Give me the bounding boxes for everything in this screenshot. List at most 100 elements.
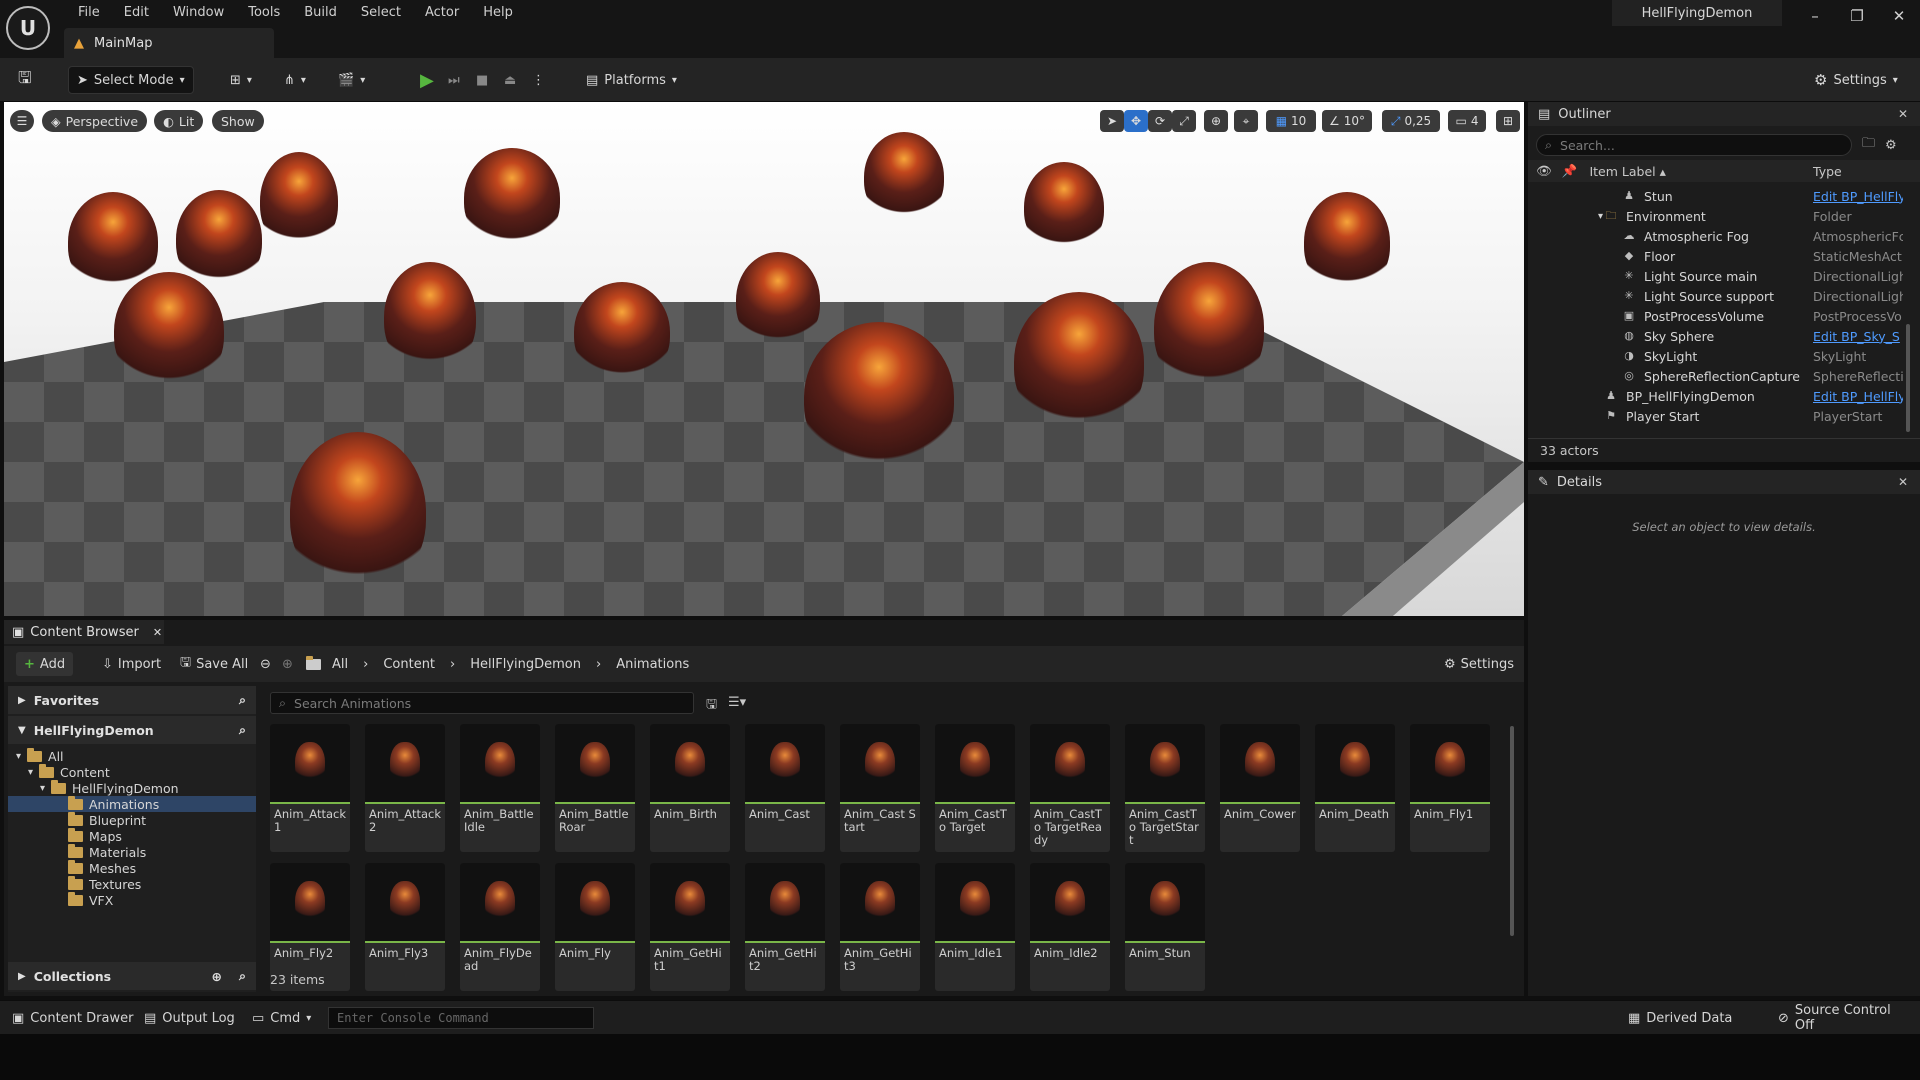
platforms-dropdown[interactable]: ▤ Platforms ▾ [578, 66, 685, 94]
show-button[interactable]: Show [212, 110, 264, 132]
angle-snap-button[interactable]: ∠ 10° [1322, 110, 1372, 132]
breadcrumb-all[interactable]: All [332, 657, 348, 672]
close-window-button[interactable]: ✕ [1884, 4, 1914, 28]
chevron-down-icon[interactable]: ▾ [40, 783, 45, 794]
demon-actor[interactable] [260, 152, 338, 250]
animation-asset-tile[interactable]: Anim_GetHit2 [745, 863, 825, 991]
search-icon[interactable]: ⌕ [239, 722, 246, 738]
demon-actor[interactable] [384, 262, 476, 372]
skip-button[interactable]: ⏭ [440, 66, 468, 94]
animation-asset-tile[interactable]: Anim_Fly3 [365, 863, 445, 991]
outliner-row[interactable]: ♟ Stun Edit BP_HellFly [1528, 186, 1920, 206]
menu-help[interactable]: Help [471, 4, 525, 24]
outliner-row[interactable]: ◆ Floor StaticMeshAct [1528, 246, 1920, 266]
animation-asset-tile[interactable]: Anim_Fly1 [1410, 724, 1490, 852]
close-icon[interactable]: ✕ [1898, 107, 1908, 121]
chevron-down-icon[interactable]: ▾ [16, 751, 21, 762]
save-button[interactable]: 🖫 [10, 66, 40, 94]
project-header[interactable]: ▼ HellFlyingDemon ⌕ [8, 716, 256, 744]
type-column[interactable]: Type [1813, 164, 1842, 179]
outliner-row[interactable]: ☁ Atmospheric Fog AtmosphericFc [1528, 226, 1920, 246]
derived-data-button[interactable]: ▦ Derived Data [1620, 1006, 1740, 1030]
add-collection-icon[interactable]: ⊕ [212, 969, 222, 984]
demon-actor[interactable] [176, 190, 262, 288]
animation-asset-tile[interactable]: Anim_Battle Idle [460, 724, 540, 852]
search-icon[interactable]: ⌕ [239, 968, 246, 984]
outliner-row[interactable]: ⚑ Player Start PlayerStart [1528, 406, 1920, 426]
eject-button[interactable]: ⏏ [496, 66, 524, 94]
surface-snap-button[interactable]: ⌖ [1234, 110, 1258, 132]
outliner-row[interactable]: ▣ PostProcessVolume PostProcessVo [1528, 306, 1920, 326]
demon-actor[interactable] [1024, 162, 1104, 252]
outliner-search-input[interactable]: ⌕ Search... [1536, 134, 1852, 156]
animation-asset-tile[interactable]: Anim_Attack2 [365, 724, 445, 852]
asset-search-input[interactable]: ⌕ Search Animations [270, 692, 694, 714]
menu-actor[interactable]: Actor [413, 4, 471, 24]
folder-tree-item[interactable]: ▾ HellFlyingDemon [8, 779, 256, 796]
console-command-input[interactable]: Enter Console Command [328, 1007, 594, 1029]
folder-tree-item[interactable]: ▾ Content [8, 763, 256, 780]
menu-edit[interactable]: Edit [112, 4, 161, 24]
import-button[interactable]: ⇩ Import [94, 652, 169, 676]
grid-snap-button[interactable]: ▦ 10 [1266, 110, 1316, 132]
viewport-menu-button[interactable]: ☰ [10, 110, 34, 132]
folder-tree-item[interactable]: Blueprint [8, 811, 256, 828]
content-browser-settings-button[interactable]: ⚙ Settings [1436, 652, 1522, 676]
animation-asset-tile[interactable]: Anim_Cast Start [840, 724, 920, 852]
filter-icon[interactable]: ☰▾ [728, 695, 746, 710]
output-log-button[interactable]: ▤ Output Log [136, 1006, 243, 1030]
details-tab[interactable]: ✎ Details ✕ [1528, 470, 1920, 494]
camera-speed-button[interactable]: ▭ 4 [1448, 110, 1486, 132]
animation-asset-tile[interactable]: Anim_Attack1 [270, 724, 350, 852]
select-mode-dropdown[interactable]: ➤ Select Mode ▾ [68, 66, 194, 94]
scale-snap-button[interactable]: ⤢ 0,25 [1382, 110, 1440, 132]
edit-blueprint-link[interactable]: Edit BP_Sky_S [1813, 329, 1903, 344]
animation-asset-tile[interactable]: Anim_CastTo Target [935, 724, 1015, 852]
animation-asset-tile[interactable]: Anim_FlyDead [460, 863, 540, 991]
forward-button[interactable]: ⊕ [274, 652, 301, 676]
item-label-column[interactable]: Item Label ▴ [1589, 164, 1665, 179]
close-icon[interactable]: ✕ [1898, 475, 1908, 489]
menu-build[interactable]: Build [292, 4, 349, 24]
demon-actor[interactable] [1154, 262, 1264, 392]
menu-select[interactable]: Select [349, 4, 413, 24]
menu-file[interactable]: File [66, 4, 112, 24]
rotate-tool-button[interactable]: ⟳ [1148, 110, 1172, 132]
demon-actor[interactable] [464, 148, 560, 248]
demon-actor[interactable] [574, 282, 670, 382]
select-tool-button[interactable]: ➤ [1100, 110, 1124, 132]
pin-icon[interactable]: 📌 [1562, 163, 1578, 179]
save-search-icon[interactable]: 🖫 [706, 695, 717, 717]
level-viewport[interactable]: ☰ ◈ Perspective ◐ Lit Show ➤ ✥ ⟳ ⤢ ⊕ ⌖ ▦… [4, 102, 1524, 616]
breadcrumb-animations[interactable]: Animations [616, 657, 689, 672]
translate-tool-button[interactable]: ✥ [1124, 110, 1148, 132]
favorites-header[interactable]: ▶ Favorites ⌕ [8, 686, 256, 714]
gear-icon[interactable]: ⚙ [1885, 138, 1897, 153]
breadcrumb-hellflyingdemon[interactable]: HellFlyingDemon [470, 657, 581, 672]
minimize-button[interactable]: – [1800, 4, 1830, 28]
world-space-button[interactable]: ⊕ [1204, 110, 1228, 132]
outliner-scrollbar[interactable] [1906, 324, 1910, 432]
demon-actor[interactable] [1014, 292, 1144, 432]
content-browser-tab[interactable]: ▣ Content Browser ✕ [4, 620, 164, 644]
folder-tree-item[interactable]: VFX [8, 891, 256, 908]
source-control-button[interactable]: ⊘ Source Control Off [1770, 1003, 1920, 1033]
outliner-tab[interactable]: ▤ Outliner ✕ [1528, 102, 1920, 126]
close-icon[interactable]: ✕ [153, 626, 162, 639]
animation-asset-tile[interactable]: Anim_Stun [1125, 863, 1205, 991]
edit-blueprint-link[interactable]: Edit BP_HellFly [1813, 189, 1903, 204]
search-icon[interactable]: ⌕ [239, 692, 246, 708]
animation-asset-tile[interactable]: Anim_Fly [555, 863, 635, 991]
lit-button[interactable]: ◐ Lit [154, 110, 204, 132]
unreal-logo-icon[interactable]: U [6, 6, 50, 50]
add-actor-button[interactable]: ⊞ ▾ [222, 66, 260, 94]
animation-asset-tile[interactable]: Anim_Battle Roar [555, 724, 635, 852]
outliner-row[interactable]: ♟ BP_HellFlyingDemon Edit BP_HellFly [1528, 386, 1920, 406]
add-folder-icon[interactable]: 🗀 [1862, 134, 1875, 156]
scale-tool-button[interactable]: ⤢ [1172, 110, 1196, 132]
demon-actor[interactable] [290, 432, 426, 592]
folder-tree-item[interactable]: Textures [8, 875, 256, 892]
folder-tree-item[interactable]: Maps [8, 827, 256, 844]
animation-asset-tile[interactable]: Anim_GetHit3 [840, 863, 920, 991]
outliner-row[interactable]: ◎ SphereReflectionCapture SphereReflecti [1528, 366, 1920, 386]
